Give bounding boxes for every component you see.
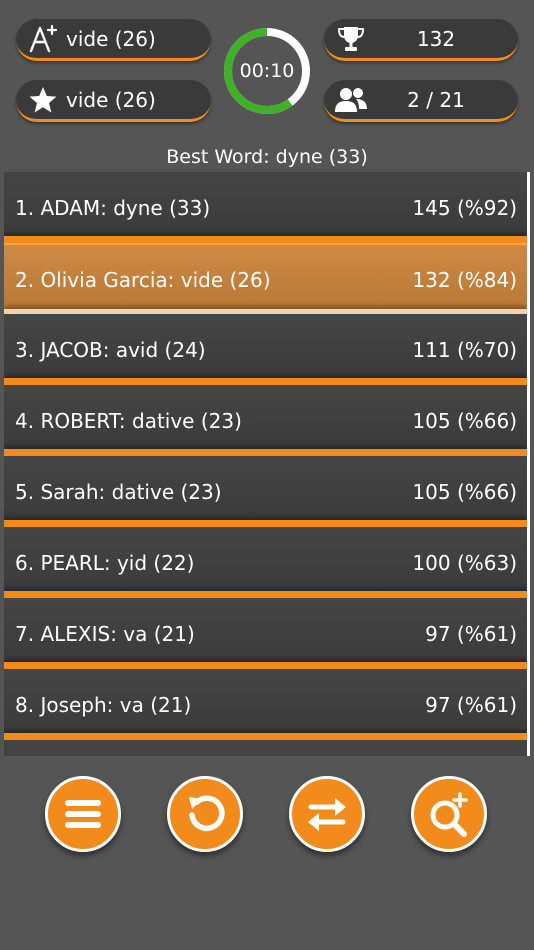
- a-plus-icon: [26, 22, 60, 56]
- row-player-word: 2. Olivia Garcia: vide (26): [15, 267, 271, 292]
- row-score: 145 (%92): [412, 195, 517, 220]
- row-score: 132 (%84): [412, 267, 517, 292]
- trophy-icon: [334, 22, 368, 56]
- leaderboard-row[interactable]: 7. ALEXIS: va (21) 97 (%61): [4, 598, 527, 669]
- leaderboard-row-current-player[interactable]: 2. Olivia Garcia: vide (26) 132 (%84): [4, 243, 527, 314]
- leaderboard[interactable]: 1. ADAM: dyne (33) 145 (%92) 2. Olivia G…: [4, 172, 530, 756]
- leaderboard-row[interactable]: 1. ADAM: dyne (33) 145 (%92): [4, 172, 527, 243]
- leaderboard-row[interactable]: 5. Sarah: dative (23) 105 (%66): [4, 456, 527, 527]
- row-player-word: 4. ROBERT: dative (23): [15, 408, 242, 433]
- restart-icon: [189, 795, 225, 832]
- row-score: 111 (%70): [412, 337, 517, 362]
- row-player-word: 5. Sarah: dative (23): [15, 479, 222, 504]
- row-score: 97 (%61): [425, 692, 517, 717]
- star-icon: [26, 83, 60, 117]
- row-player-word: 7. ALEXIS: va (21): [15, 621, 195, 646]
- restart-button[interactable]: [167, 776, 243, 852]
- best-word-label: Best Word: dyne (33): [166, 146, 368, 168]
- row-score: 105 (%66): [412, 479, 517, 504]
- menu-icon: [65, 800, 101, 828]
- row-player-word: 1. ADAM: dyne (33): [15, 195, 211, 220]
- points-value: 132: [416, 26, 456, 51]
- row-player-word: 8. Joseph: va (21): [15, 692, 192, 717]
- row-score: 97 (%61): [425, 621, 517, 646]
- leaderboard-row[interactable]: 3. JACOB: avid (24) 111 (%70): [4, 314, 527, 385]
- row-score: 100 (%63): [412, 550, 517, 575]
- swap-button[interactable]: [289, 776, 365, 852]
- row-score: 105 (%66): [412, 408, 517, 433]
- zoom-plus-icon: [430, 792, 468, 837]
- leaderboard-row-partial[interactable]: [4, 740, 527, 756]
- leaderboard-row[interactable]: 4. ROBERT: dative (23) 105 (%66): [4, 385, 527, 456]
- current-word-value: vide (26): [66, 87, 156, 112]
- best-score-pill: vide (26): [16, 19, 211, 61]
- current-word-pill: vide (26): [16, 80, 211, 122]
- best-score-value: vide (26): [66, 26, 156, 51]
- zoom-button[interactable]: [411, 776, 487, 852]
- leaderboard-row[interactable]: 8. Joseph: va (21) 97 (%61): [4, 669, 527, 740]
- menu-button[interactable]: [45, 776, 121, 852]
- rank-pill: 2 / 21: [324, 80, 518, 122]
- row-player-word: 3. JACOB: avid (24): [15, 337, 206, 362]
- swap-icon: [308, 798, 346, 831]
- points-pill: 132: [324, 19, 518, 61]
- timer-text: 00:10: [239, 60, 295, 82]
- rank-value: 2 / 21: [407, 87, 465, 112]
- players-icon: [334, 83, 368, 117]
- row-player-word: 6. PEARL: yid (22): [15, 550, 195, 575]
- leaderboard-row[interactable]: 6. PEARL: yid (22) 100 (%63): [4, 527, 527, 598]
